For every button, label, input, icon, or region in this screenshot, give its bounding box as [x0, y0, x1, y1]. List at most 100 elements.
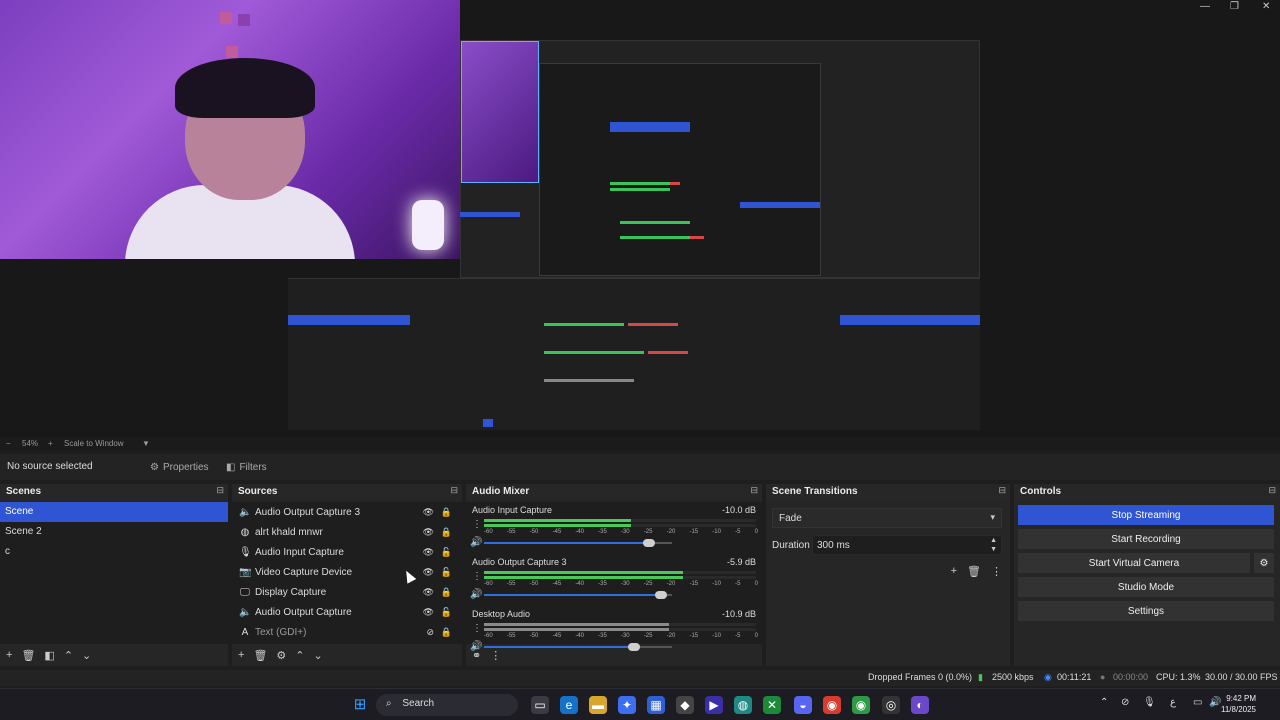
scene-item[interactable]: c: [0, 542, 228, 562]
zoom-in-icon[interactable]: +: [48, 439, 53, 448]
start-recording-button[interactable]: Start Recording: [1018, 529, 1274, 549]
start-virtual-camera-button[interactable]: Start Virtual Camera: [1018, 553, 1250, 573]
eye-icon[interactable]: 👁: [423, 567, 434, 578]
trash-icon[interactable]: 🗑: [253, 649, 267, 662]
eye-icon[interactable]: 👁: [423, 547, 434, 558]
add-icon[interactable]: +: [951, 565, 957, 578]
language-icon[interactable]: ع: [1170, 697, 1176, 708]
eye-icon[interactable]: 👁: [423, 607, 434, 618]
more-icon[interactable]: ⋮: [472, 623, 482, 634]
virtual-camera-settings-button[interactable]: ⚙: [1254, 553, 1274, 573]
more-icon[interactable]: ⋮: [490, 649, 501, 662]
chrome-icon[interactable]: ◉: [852, 696, 870, 714]
unlock-icon[interactable]: 🔓: [441, 547, 452, 558]
folder-icon[interactable]: ▬: [589, 696, 607, 714]
controls-dock: Controls ⊟ Stop Streaming Start Recordin…: [1014, 484, 1280, 666]
app-icon[interactable]: ◆: [676, 696, 694, 714]
more-icon[interactable]: ⋮: [472, 571, 482, 582]
volume-knob[interactable]: [643, 539, 656, 547]
preview-canvas[interactable]: — ❐ ✕: [0, 0, 1280, 437]
close-icon[interactable]: ✕: [1262, 1, 1270, 12]
add-icon[interactable]: +: [6, 649, 12, 661]
source-item[interactable]: 🖵 Display Capture 👁 🔒: [232, 582, 462, 602]
volume-slider[interactable]: [484, 539, 672, 547]
store-icon[interactable]: ▦: [647, 696, 665, 714]
bitrate: 2500 kbps: [992, 672, 1034, 682]
add-icon[interactable]: +: [238, 649, 244, 661]
spin-arrows-icon[interactable]: ▲ ▼: [990, 536, 997, 554]
speaker-icon[interactable]: 🔊: [470, 589, 482, 600]
gear-icon[interactable]: ⚙: [276, 649, 286, 662]
discord-icon[interactable]: ◒: [794, 696, 812, 714]
more-icon[interactable]: ⋮: [472, 519, 482, 530]
chevron-down-icon[interactable]: ▼: [142, 439, 150, 448]
chevron-up-icon[interactable]: ⌃: [64, 649, 73, 662]
chevron-down-icon[interactable]: ⌄: [82, 649, 91, 662]
dock-menu-icon[interactable]: ⊟: [450, 485, 458, 496]
chevron-down-icon[interactable]: ⌄: [314, 649, 323, 662]
stop-streaming-button[interactable]: Stop Streaming: [1018, 505, 1274, 525]
network-off-icon[interactable]: ⊘: [1121, 697, 1129, 708]
app-icon[interactable]: ▶: [705, 696, 723, 714]
dock-menu-icon[interactable]: ⊟: [1268, 485, 1276, 496]
scale-mode[interactable]: Scale to Window: [64, 439, 124, 448]
eye-icon[interactable]: 👁: [423, 507, 434, 518]
unlock-icon[interactable]: 🔓: [441, 567, 452, 578]
transition-select[interactable]: Fade ▾: [772, 508, 1002, 528]
source-item[interactable]: ◍ alrt khald mnwr 👁 🔒: [232, 522, 462, 542]
source-item[interactable]: 🎙 Audio Input Capture 👁 🔓: [232, 542, 462, 562]
taskbar-clock[interactable]: 9:42 PM 11/8/2025: [1221, 693, 1256, 715]
lock-icon[interactable]: 🔒: [441, 627, 452, 638]
filters-button[interactable]: ◧ Filters: [226, 459, 267, 476]
source-item[interactable]: 🔈 Audio Output Capture 👁 🔓: [232, 602, 462, 622]
edge-icon[interactable]: e: [560, 696, 578, 714]
trash-icon[interactable]: 🗑: [967, 565, 981, 578]
link-icon[interactable]: ⚭: [472, 649, 481, 662]
lock-icon[interactable]: 🔒: [441, 507, 452, 518]
eye-icon[interactable]: 👁: [423, 587, 434, 598]
dock-menu-icon[interactable]: ⊟: [998, 485, 1006, 496]
eye-hidden-icon[interactable]: ⊘: [426, 627, 434, 638]
maximize-icon[interactable]: ❐: [1230, 1, 1239, 12]
more-icon[interactable]: ⋮: [991, 565, 1002, 578]
volume-icon[interactable]: 🔊: [1209, 697, 1221, 708]
source-label: Audio Output Capture: [255, 606, 352, 618]
source-item[interactable]: 📷 Video Capture Device 👁 🔓: [232, 562, 462, 582]
display-icon[interactable]: ▭: [1193, 697, 1202, 708]
volume-slider[interactable]: [484, 591, 672, 599]
windows-start-icon[interactable]: ⊞: [351, 696, 369, 714]
source-item[interactable]: A Text (GDI+) ⊘ 🔒: [232, 622, 462, 642]
chevron-up-icon[interactable]: ⌃: [295, 649, 304, 662]
properties-button[interactable]: ⚙ Properties: [150, 459, 209, 476]
source-item[interactable]: 🔈 Audio Output Capture 3 👁 🔒: [232, 502, 462, 522]
app-icon[interactable]: ✕: [763, 696, 781, 714]
studio-mode-button[interactable]: Studio Mode: [1018, 577, 1274, 597]
taskbar-search[interactable]: ⌕ Search: [376, 694, 518, 716]
tick-label: -30: [620, 581, 630, 587]
dock-menu-icon[interactable]: ⊟: [750, 485, 758, 496]
unlock-icon[interactable]: 🔓: [441, 607, 452, 618]
zoom-out-icon[interactable]: −: [6, 439, 11, 448]
duration-field[interactable]: 300 ms ▲ ▼: [812, 535, 1002, 555]
lock-icon[interactable]: 🔒: [441, 587, 452, 598]
scene-item[interactable]: Scene: [0, 502, 228, 522]
app-icon[interactable]: ◐: [911, 696, 929, 714]
minimize-icon[interactable]: —: [1200, 1, 1210, 12]
speaker-icon[interactable]: 🔊: [470, 537, 482, 548]
copilot-icon[interactable]: ✦: [618, 696, 636, 714]
app-icon[interactable]: ◍: [734, 696, 752, 714]
volume-knob[interactable]: [654, 591, 667, 599]
filter-icon[interactable]: ◧: [44, 649, 54, 662]
chrome-icon[interactable]: ◉: [823, 696, 841, 714]
task-view-icon[interactable]: ▭: [531, 696, 549, 714]
scene-item[interactable]: Scene 2: [0, 522, 228, 542]
lock-icon[interactable]: 🔒: [441, 527, 452, 538]
chevron-up-icon[interactable]: ⌃: [1100, 697, 1108, 708]
settings-button[interactable]: Settings: [1018, 601, 1274, 621]
eye-icon[interactable]: 👁: [423, 527, 434, 538]
controls-body: Stop Streaming Start Recording Start Vir…: [1014, 502, 1280, 666]
dock-menu-icon[interactable]: ⊟: [216, 485, 224, 496]
obs-icon[interactable]: ◎: [882, 696, 900, 714]
trash-icon[interactable]: 🗑: [21, 649, 35, 662]
microphone-icon[interactable]: 🎙: [1143, 697, 1156, 708]
